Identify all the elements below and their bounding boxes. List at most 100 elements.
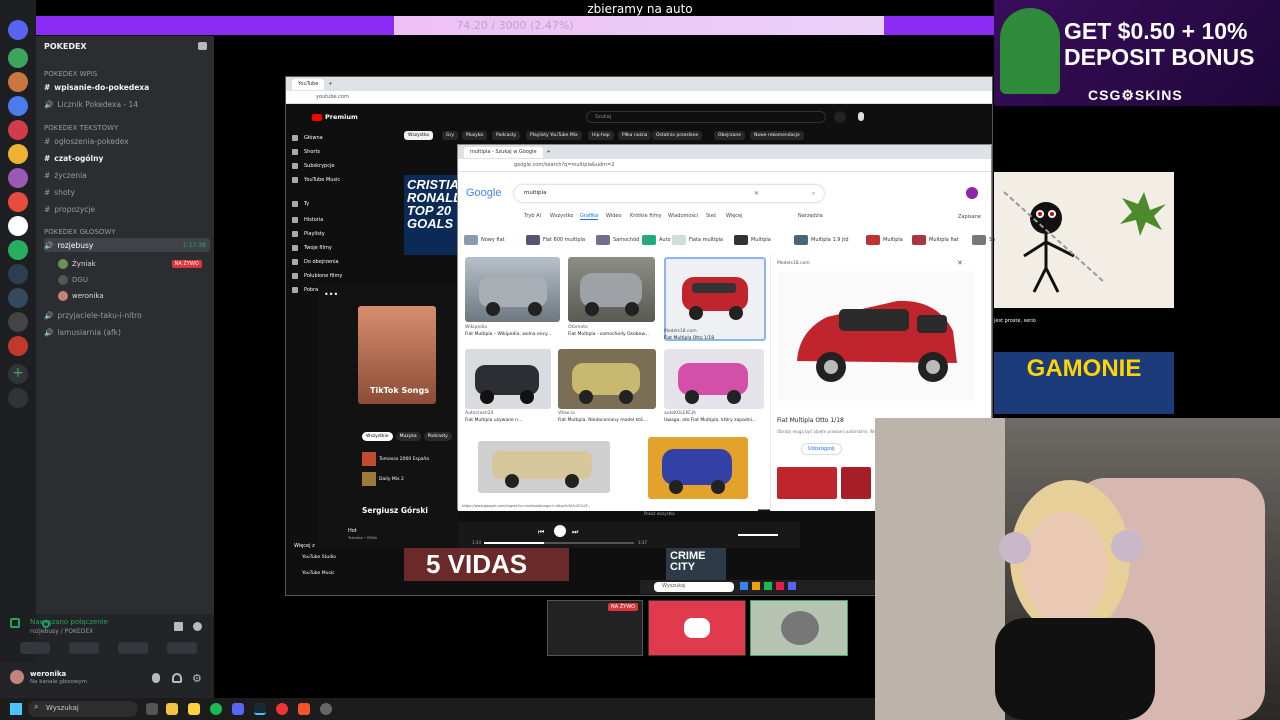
result-title[interactable]: Fiat Multipla Otto 1/18 xyxy=(664,336,714,341)
server-icon[interactable] xyxy=(8,144,28,164)
related-image[interactable] xyxy=(777,467,837,499)
new-tab-icon[interactable]: + xyxy=(547,149,551,155)
sidebar-item-studio[interactable]: YouTube Studio xyxy=(302,555,336,560)
sidebar-item[interactable]: Subskrypcje xyxy=(292,163,334,169)
chip-5[interactable]: Hip-hop xyxy=(588,131,614,140)
server-icon[interactable] xyxy=(8,216,28,236)
add-member-icon[interactable] xyxy=(198,42,207,50)
noise-icon[interactable] xyxy=(174,622,183,631)
category-label[interactable]: POKEDEX Wpis xyxy=(44,70,97,78)
result-title[interactable]: Fiat Multipla używane n... xyxy=(465,418,522,423)
voice-member[interactable]: DGU xyxy=(58,275,88,285)
tools-link[interactable]: Narzędzia xyxy=(798,213,823,219)
related-chip[interactable]: Fiata multipla xyxy=(672,233,723,247)
filter-7[interactable]: Więcej xyxy=(726,213,743,219)
microphone-icon[interactable] xyxy=(152,673,160,683)
result-image[interactable] xyxy=(648,437,748,499)
chip-8[interactable]: Obejrzane xyxy=(714,131,746,140)
settings-icon[interactable]: ⚙ xyxy=(192,672,202,685)
result-title[interactable]: Fiat Multipla - samochody Osobow... xyxy=(568,332,649,337)
related-chip[interactable]: Sa xyxy=(972,233,995,247)
search-icon[interactable]: ⌕ xyxy=(812,190,815,198)
sidebar-item[interactable]: YouTube Music xyxy=(292,177,340,183)
more-icon[interactable]: ••• xyxy=(324,290,338,299)
related-chip[interactable]: Fiat 600 multipla xyxy=(526,233,585,247)
youtube-logo[interactable]: Premium xyxy=(312,113,358,121)
result-source[interactable]: Otomoto xyxy=(568,325,588,330)
channel-item[interactable]: # wpisanie-do-pokedexa xyxy=(44,80,210,94)
chrome-icon[interactable] xyxy=(276,703,288,715)
start-icon[interactable] xyxy=(10,703,22,715)
server-icon[interactable] xyxy=(8,312,28,332)
channel-item[interactable]: # życzenia xyxy=(44,168,210,182)
chip-9[interactable]: Nowe rekomendacje xyxy=(750,131,804,140)
search-input[interactable]: multipla xyxy=(514,185,824,202)
chip-6[interactable]: Piłka nożna xyxy=(618,131,652,140)
video-thumbnail[interactable]: CRIME CITY xyxy=(666,547,726,581)
new-tab-icon[interactable]: + xyxy=(328,81,332,87)
sidebar-item-music[interactable]: YouTube Music xyxy=(302,571,335,576)
filter-3[interactable]: Wideo xyxy=(606,213,622,219)
preview-image[interactable] xyxy=(777,271,975,401)
tab-youtube[interactable]: YouTube xyxy=(292,78,325,90)
chip-2[interactable]: Muzyka xyxy=(462,131,488,140)
related-chip[interactable]: Samochód xyxy=(596,233,639,247)
account-avatar[interactable] xyxy=(966,187,978,199)
video-thumbnail[interactable] xyxy=(994,172,1174,308)
inner-search[interactable]: Wyszukaj xyxy=(654,582,734,592)
chip-podcasts[interactable]: Podcasty xyxy=(423,432,452,441)
sidebar-item[interactable]: Shorts xyxy=(292,149,320,155)
channel-item[interactable]: # ogłoszenia-pokedex xyxy=(44,134,210,148)
camera-off-icon[interactable] xyxy=(19,642,50,654)
result-source[interactable]: Vitae.io xyxy=(558,411,575,416)
discord-preview[interactable] xyxy=(648,600,746,656)
preview-source[interactable]: Models18.com xyxy=(777,261,810,266)
server-name[interactable]: POKEDEX xyxy=(44,42,87,51)
brave-icon[interactable] xyxy=(298,703,310,715)
avatar[interactable] xyxy=(10,670,24,684)
search-icon[interactable] xyxy=(834,111,846,123)
home-icon[interactable] xyxy=(8,20,28,40)
chip-7[interactable]: Ostatnio przesłane xyxy=(652,131,703,140)
track-artist[interactable]: Telestisk • RRNA xyxy=(348,536,377,540)
artist-name[interactable]: Sergiusz Górski xyxy=(362,506,428,515)
soundboard-icon[interactable] xyxy=(166,642,197,654)
tab-google[interactable]: multipla - Szukaj w Google xyxy=(464,146,543,158)
microphone-icon[interactable] xyxy=(858,112,864,121)
preview-title[interactable]: Fiat Multipla Otto 1/18 xyxy=(777,417,844,424)
search-input[interactable]: Szukaj xyxy=(586,111,826,123)
server-icon[interactable] xyxy=(8,192,28,212)
google-logo[interactable]: Google xyxy=(466,187,501,199)
chip-all[interactable]: Wszystkie xyxy=(362,432,393,441)
task-view-icon[interactable] xyxy=(146,703,158,715)
category-label[interactable]: POKEDEX Tekstowy xyxy=(44,124,118,132)
sidebar-item[interactable]: Playlisty xyxy=(292,231,325,237)
video-thumbnail[interactable]: 5 VIDAS xyxy=(404,547,569,581)
related-chip[interactable]: Multipla xyxy=(734,233,771,247)
result-title[interactable]: Uwaga, oto Fiat Multipla, który zapadni.… xyxy=(664,418,756,423)
result-image[interactable] xyxy=(664,349,764,409)
window-preview[interactable] xyxy=(750,600,848,656)
chip-0[interactable]: Wszystko xyxy=(404,131,434,140)
server-icon[interactable] xyxy=(8,48,28,68)
sidebar-item[interactable]: Historia xyxy=(292,217,323,223)
discord-icon[interactable] xyxy=(232,703,244,715)
track-title[interactable]: Hot xyxy=(348,528,357,534)
pause-button[interactable] xyxy=(554,525,566,537)
result-image[interactable] xyxy=(465,349,551,409)
voice-channel-item[interactable]: 🔊 przyjaciele-taku-i-nitro xyxy=(44,308,210,322)
result-title[interactable]: Fiat Multipla. Niedoceniany model któ... xyxy=(558,418,647,423)
voice-member[interactable]: Żyniak NA ŻYWO xyxy=(58,259,202,269)
result-image[interactable] xyxy=(568,257,655,322)
related-chip[interactable]: Multipla xyxy=(866,233,903,247)
taskbar-search[interactable]: Wyszukaj xyxy=(28,701,138,717)
address-bar[interactable]: youtube.com xyxy=(286,91,992,104)
playlist-cover[interactable]: TikTok Songs xyxy=(358,306,436,404)
voice-channel-item[interactable]: 🔊 lamusiarnia (afk) xyxy=(44,325,210,339)
related-chip[interactable]: Multipla 1.9 jtd xyxy=(794,233,849,247)
result-title[interactable]: Fiat Multipla – Wikipedia, wolna ency... xyxy=(465,332,551,337)
next-icon[interactable]: ⏭ xyxy=(572,528,578,537)
result-image[interactable] xyxy=(558,349,656,409)
filter-5[interactable]: Wiadomości xyxy=(668,213,698,219)
chip-music[interactable]: Muzyka xyxy=(395,432,421,441)
